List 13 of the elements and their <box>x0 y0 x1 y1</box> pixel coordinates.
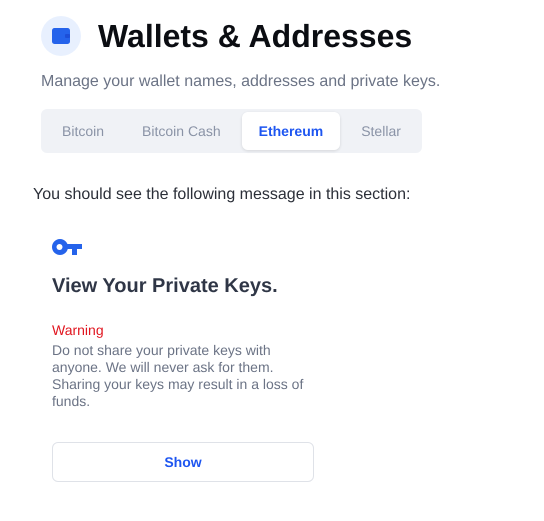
tab[interactable]: Bitcoin <box>45 112 122 150</box>
card-heading: View Your Private Keys. <box>52 275 279 298</box>
tab[interactable]: Stellar <box>344 112 418 150</box>
page-subtitle: Manage your wallet names, addresses and private keys. <box>41 73 442 91</box>
show-button[interactable]: Show <box>52 442 314 482</box>
tab[interactable]: Bitcoin Cash <box>125 112 238 150</box>
warning-label: Warning <box>52 322 105 338</box>
key-icon <box>52 239 82 255</box>
tab[interactable]: Ethereum <box>242 112 340 150</box>
page-title: Wallets & Addresses <box>98 18 412 54</box>
warning-text: Do not share your private keys with anyone. We will never ask for them. Sharing your keys may result in a loss of funds. <box>52 342 304 410</box>
instruction-text: You should see the following message in this section: <box>33 186 412 204</box>
wallet-icon <box>41 16 81 56</box>
